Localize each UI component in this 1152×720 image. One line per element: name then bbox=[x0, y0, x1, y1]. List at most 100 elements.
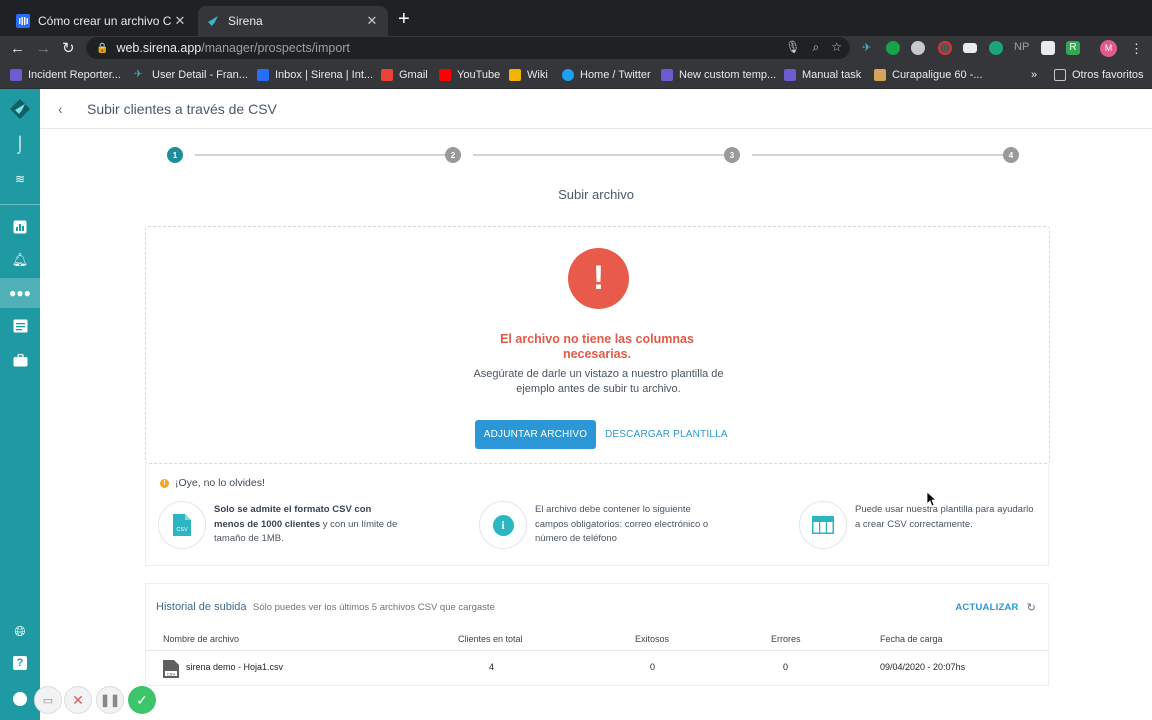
document-icon bbox=[13, 319, 27, 333]
back-chevron-icon[interactable]: ‹ bbox=[58, 101, 63, 117]
record-extension-icon[interactable] bbox=[938, 41, 952, 55]
step-connector bbox=[752, 154, 1003, 156]
extension-icon[interactable] bbox=[989, 41, 1003, 55]
bookmarks-bar: Incident Reporter... ✈ User Detail - Fran… bbox=[0, 62, 1152, 89]
user-avatar-icon bbox=[13, 692, 27, 706]
bookmark-wiki[interactable]: Wiki bbox=[509, 69, 548, 81]
camera-toggle-button[interactable]: ▭ bbox=[34, 686, 62, 714]
reload-icon[interactable]: ↻ bbox=[62, 39, 75, 59]
bookmark-manual-task[interactable]: Manual task bbox=[784, 69, 861, 81]
bookmark-icon bbox=[661, 69, 673, 81]
forward-arrow-icon[interactable]: → bbox=[36, 39, 51, 59]
bookmark-twitter[interactable]: Home / Twitter bbox=[562, 69, 651, 81]
cell-date: 09/04/2020 - 20:07hs bbox=[880, 662, 966, 672]
youtube-icon bbox=[439, 69, 451, 81]
tip-required-fields: i El archivo debe contener lo siguiente … bbox=[479, 501, 729, 549]
sidebar-item-language[interactable]: 🌐︎ bbox=[0, 616, 40, 646]
bookmark-other-favorites[interactable]: Otros favoritos bbox=[1054, 69, 1144, 81]
bookmark-new-custom-template[interactable]: New custom temp... bbox=[661, 69, 776, 81]
mail-extension-icon[interactable] bbox=[963, 43, 977, 53]
finish-recording-button[interactable]: ✓ bbox=[128, 686, 156, 714]
sidebar-item-briefcase[interactable] bbox=[0, 345, 40, 375]
attach-file-button[interactable]: ADJUNTAR ARCHIVO bbox=[475, 420, 596, 449]
sidebar-item-prospects[interactable]: ●●● bbox=[0, 278, 40, 308]
new-tab-button[interactable]: + bbox=[398, 9, 410, 29]
column-header-errors[interactable]: Errores bbox=[771, 634, 801, 644]
microphone-icon[interactable]: 🎙 bbox=[785, 40, 800, 55]
bookmark-inbox[interactable]: Inbox | Sirena | Int... bbox=[257, 69, 373, 81]
grammarly-extension-icon[interactable] bbox=[886, 41, 900, 55]
upload-history-panel: Historial de subida Sólo puedes ver los … bbox=[145, 583, 1049, 686]
upload-dropzone[interactable]: ! El archivo no tiene las columnas neces… bbox=[145, 226, 1050, 464]
globe-icon: 🌐︎ bbox=[14, 622, 26, 639]
bookmarks-overflow-button[interactable]: » bbox=[1031, 69, 1037, 81]
browser-tab-sirena[interactable]: Sirena ✕ bbox=[198, 6, 388, 36]
cancel-recording-button[interactable]: ✕ bbox=[64, 686, 92, 714]
np-extension-icon[interactable]: NP bbox=[1014, 41, 1030, 55]
tips-heading: ! ¡Oye, no lo olvides! bbox=[160, 477, 265, 489]
mouse-cursor-icon bbox=[927, 492, 937, 507]
sidebar-divider bbox=[0, 204, 40, 205]
error-description: Asegúrate de darle un vistazo a nuestro … bbox=[473, 368, 724, 395]
csv-file-icon: CSV bbox=[163, 660, 179, 678]
browser-tab-csv-guide[interactable]: Cómo crear un archivo CSV para ✕ bbox=[8, 6, 196, 36]
step-3: 3 bbox=[724, 147, 740, 163]
tip-text: El archivo debe contener lo siguiente ca… bbox=[535, 504, 709, 544]
bookmark-youtube[interactable]: YouTube bbox=[439, 69, 500, 81]
column-header-successful[interactable]: Exitosos bbox=[635, 634, 669, 644]
download-template-link[interactable]: DESCARGAR PLANTILLA bbox=[605, 420, 728, 449]
briefcase-icon bbox=[13, 353, 27, 366]
sidebar-item-hook[interactable]: ⌡ bbox=[0, 130, 40, 160]
column-header-total[interactable]: Clientes en total bbox=[458, 634, 523, 644]
r-extension-icon[interactable]: R bbox=[1066, 41, 1080, 55]
back-arrow-icon[interactable]: ← bbox=[10, 39, 25, 59]
cell-total: 4 bbox=[489, 662, 495, 672]
sidebar-item-fish[interactable]: ≋ bbox=[0, 164, 40, 194]
tip-icon-circle: CSV bbox=[158, 501, 206, 549]
sidebar-item-notifications[interactable]: 🔔︎ bbox=[0, 245, 40, 275]
search-icon[interactable]: ⌕ bbox=[813, 40, 820, 55]
lock-icon: 🔒 bbox=[96, 42, 109, 54]
import-stepper: 1 2 3 4 bbox=[167, 147, 1020, 163]
refresh-icon: ↻ bbox=[1026, 602, 1036, 614]
sirena-extension-icon[interactable]: ✈ bbox=[862, 41, 876, 55]
folder-icon bbox=[1054, 69, 1066, 81]
qr-extension-icon[interactable] bbox=[1041, 41, 1055, 55]
cell-errors: 0 bbox=[783, 662, 789, 672]
chart-icon bbox=[13, 220, 27, 234]
tab-title: Sirena bbox=[228, 14, 263, 28]
twitter-icon bbox=[562, 69, 574, 81]
address-bar[interactable]: 🔒 web.sirena.app/manager/prospects/impor… bbox=[86, 37, 850, 59]
page-header: ‹ Subir clientes a través de CSV bbox=[40, 89, 1152, 129]
page-title: Subir clientes a través de CSV bbox=[87, 101, 277, 117]
sirena-logo[interactable] bbox=[0, 95, 40, 123]
column-header-date[interactable]: Fecha de carga bbox=[880, 634, 943, 644]
profile-avatar[interactable]: M bbox=[1100, 40, 1117, 57]
error-icon: ! bbox=[568, 248, 629, 309]
close-tab-icon[interactable]: ✕ bbox=[172, 13, 188, 29]
bookmark-curapaligue[interactable]: Curapaligue 60 -... bbox=[874, 69, 983, 81]
sidebar-item-help[interactable]: ? bbox=[0, 648, 40, 678]
sidebar-item-templates[interactable] bbox=[0, 311, 40, 341]
star-icon[interactable]: ☆ bbox=[831, 40, 842, 55]
sidebar-item-reports[interactable] bbox=[0, 212, 40, 242]
step-1: 1 bbox=[167, 147, 183, 163]
url-path: /manager/prospects/import bbox=[201, 41, 350, 55]
pause-recording-button[interactable]: ❚❚ bbox=[96, 686, 124, 714]
pause-icon: ❚❚ bbox=[99, 693, 121, 707]
bookmark-incident-reporter[interactable]: Incident Reporter... bbox=[10, 69, 121, 81]
info-icon: i bbox=[492, 514, 514, 536]
intercom-icon bbox=[257, 69, 269, 81]
step-connector bbox=[195, 154, 445, 156]
menu-kebab-icon[interactable]: ⋮ bbox=[1130, 39, 1143, 59]
refresh-button[interactable]: ACTUALIZAR ↻ bbox=[955, 601, 1036, 614]
sirena-logo-icon bbox=[208, 16, 218, 26]
column-header-filename[interactable]: Nombre de archivo bbox=[163, 634, 239, 644]
cell-filename: sirena demo - Hoja1.csv bbox=[186, 662, 284, 672]
bookmark-gmail[interactable]: Gmail bbox=[381, 69, 428, 81]
error-title: El archivo no tiene las columnas necesar… bbox=[500, 332, 694, 361]
compass-extension-icon[interactable] bbox=[911, 41, 925, 55]
close-tab-icon[interactable]: ✕ bbox=[364, 13, 380, 29]
bookmark-user-detail[interactable]: ✈ User Detail - Fran... bbox=[134, 69, 248, 81]
bookmark-icon bbox=[784, 69, 796, 81]
